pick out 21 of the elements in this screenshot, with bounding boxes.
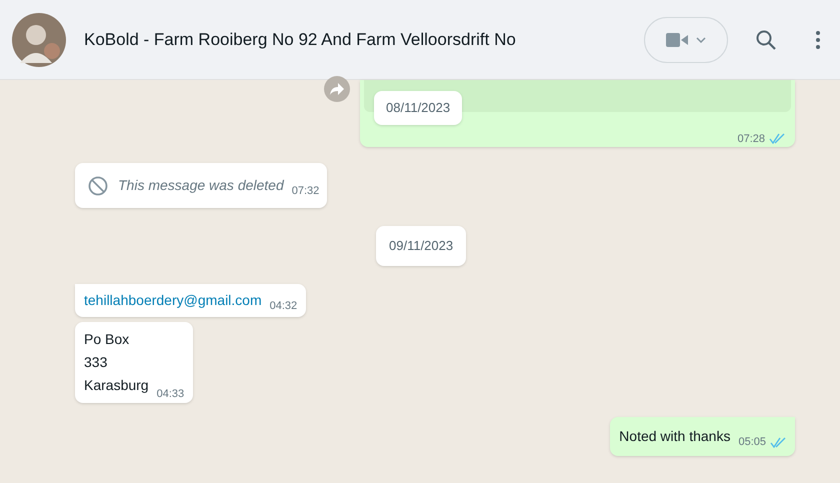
message-time: 04:32: [270, 298, 298, 314]
message-time: 07:28: [737, 132, 765, 146]
message-time: 04:33: [156, 387, 184, 402]
video-call-button[interactable]: [644, 16, 728, 62]
video-camera-icon: [666, 32, 688, 46]
message-text: Noted with thanks: [619, 426, 730, 446]
avatar[interactable]: [12, 12, 66, 66]
search-icon[interactable]: [756, 30, 776, 50]
menu-icon[interactable]: [816, 30, 820, 50]
message-text: This message was deleted: [118, 176, 284, 195]
message-text: Po Box 333 Karasburg: [84, 330, 149, 395]
blocked-icon: [88, 176, 108, 196]
email-link[interactable]: tehillahboerdery@gmail.com: [84, 290, 262, 310]
date-chip: 08/11/2023: [374, 91, 462, 124]
chevron-down-icon: [696, 36, 706, 42]
message-time: 05:05: [738, 434, 766, 450]
chat-title: KoBold - Farm Rooiberg No 92 And Farm Velloorsdrift No: [84, 28, 517, 51]
message-time: 07:32: [292, 184, 320, 200]
forward-button[interactable]: [324, 76, 350, 102]
date-chip: 09/11/2023: [376, 226, 466, 266]
forward-icon: [330, 83, 344, 95]
